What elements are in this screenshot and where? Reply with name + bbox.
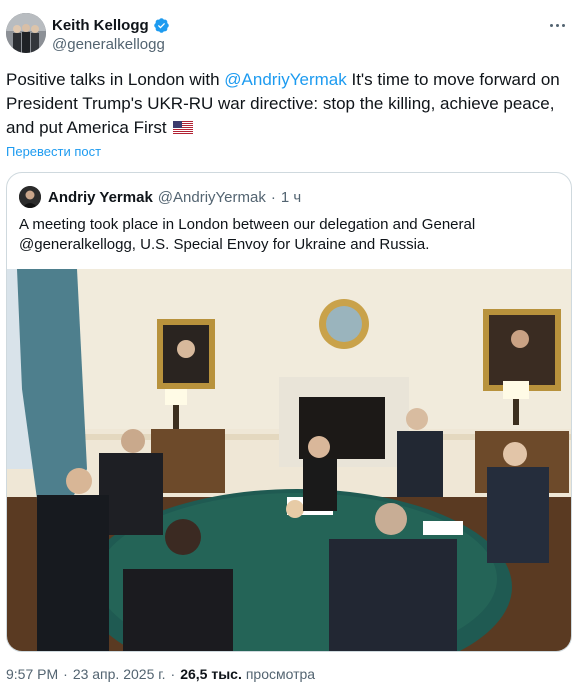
author-handle[interactable]: @generalkellogg <box>52 36 165 53</box>
quoted-separator: · <box>270 188 276 206</box>
verified-badge-icon <box>153 17 169 33</box>
mention-link[interactable]: @AndriyYermak <box>224 70 346 89</box>
views-count: 26,5 тыс. <box>180 666 242 682</box>
quoted-author-handle: @AndriyYermak <box>157 188 266 206</box>
quoted-author-name: Andriy Yermak <box>48 188 153 206</box>
author-avatar[interactable] <box>6 13 46 53</box>
translate-post-link[interactable]: Перевести пост <box>6 144 101 159</box>
tweet-meta: 9:57 PM · 23 апр. 2025 г. · 26,5 тыс. пр… <box>6 666 315 682</box>
meeting-photo[interactable] <box>7 269 571 651</box>
tweet-text: Positive talks in London with @AndriyYer… <box>6 68 566 140</box>
avatar-image <box>6 13 46 53</box>
quoted-text: A meeting took place in London between o… <box>19 216 476 253</box>
meta-separator: · <box>63 666 68 682</box>
post-date[interactable]: 23 апр. 2025 г. <box>73 666 166 682</box>
quoted-time: 1 ч <box>280 188 302 206</box>
quoted-avatar-image <box>19 186 41 208</box>
post-time[interactable]: 9:57 PM <box>6 666 58 682</box>
quoted-tweet[interactable]: Andriy Yermak @AndriyYermak · 1 ч A meet… <box>6 172 572 652</box>
more-options-icon[interactable] <box>544 15 570 35</box>
quoted-avatar <box>19 186 41 208</box>
author-name[interactable]: Keith Kellogg <box>52 17 149 34</box>
quoted-header: Andriy Yermak @AndriyYermak · 1 ч <box>19 185 301 209</box>
meeting-photo-image <box>7 269 571 651</box>
views-label: просмотра <box>245 666 316 682</box>
meta-separator-2: · <box>170 666 176 682</box>
tweet-header: Keith Kellogg @generalkellogg <box>6 13 576 55</box>
us-flag-icon <box>173 121 194 134</box>
tweet-text-start: Positive talks in London with <box>6 70 225 89</box>
